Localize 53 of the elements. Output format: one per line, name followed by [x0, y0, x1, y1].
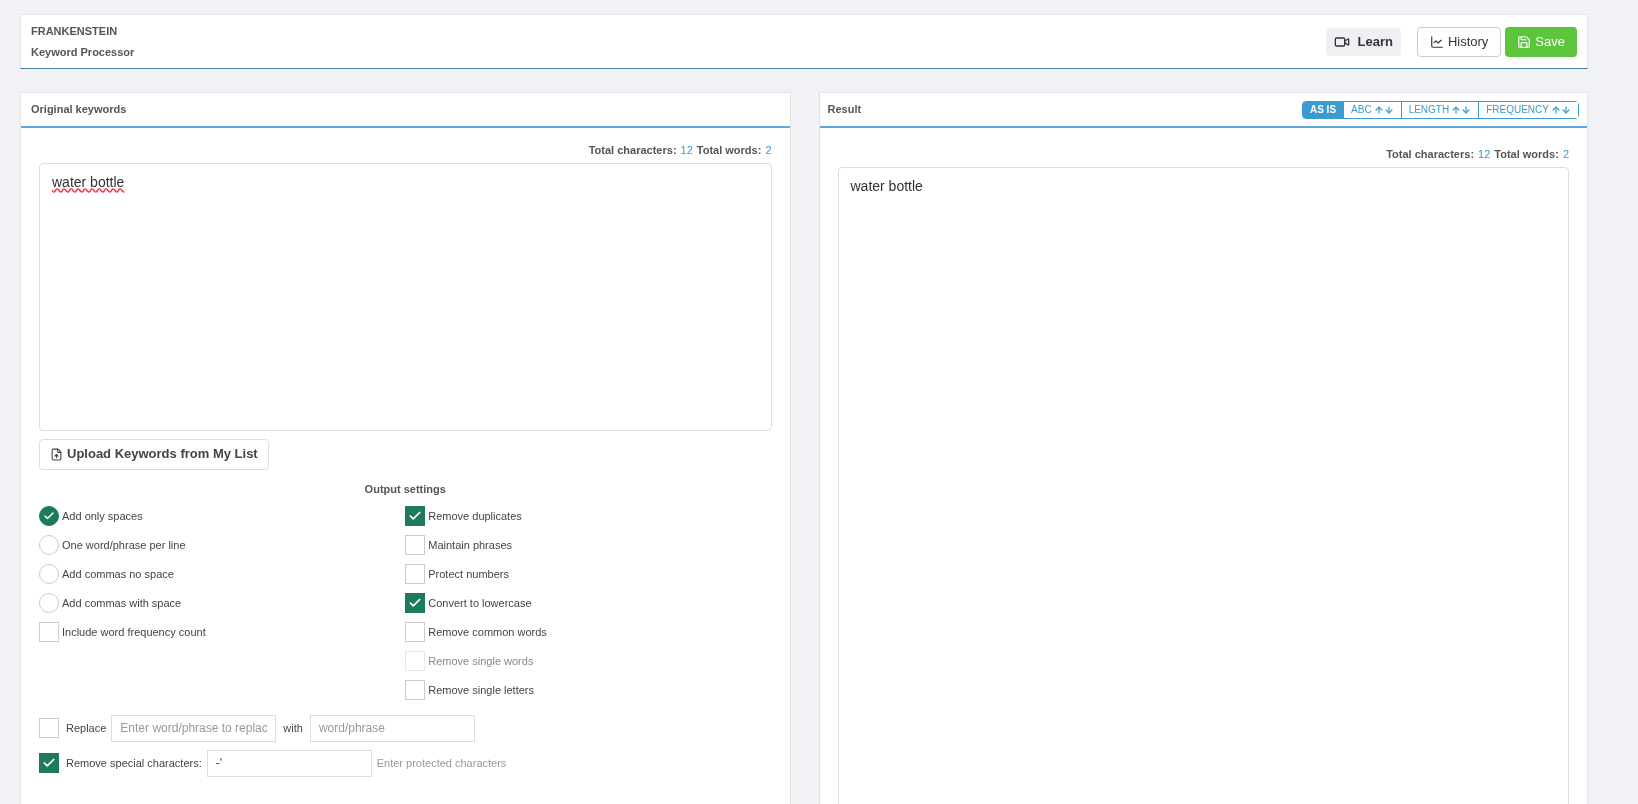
option-label: Include word frequency count — [62, 624, 206, 640]
option-label: Remove common words — [428, 624, 547, 640]
panel-title: Original keywords — [31, 102, 127, 118]
option-label: Convert to lowercase — [428, 595, 532, 611]
learn-button[interactable]: Learn — [1325, 27, 1401, 56]
stat-value: 2 — [765, 143, 772, 158]
option-label: Add commas with space — [62, 595, 182, 611]
option-label: One word/phrase per line — [62, 537, 186, 553]
option-label: Add commas no space — [62, 566, 174, 582]
result-textarea[interactable]: water bottle — [837, 166, 1569, 804]
stat-label: Total characters: — [588, 143, 677, 158]
replace-label: Replace — [66, 720, 107, 736]
checkbox[interactable] — [405, 593, 426, 613]
replacement-input[interactable]: word/phrase — [309, 714, 475, 742]
check-icon — [408, 596, 423, 610]
option-label: Remove single letters — [428, 682, 535, 698]
line-chart-icon — [1429, 34, 1444, 49]
with-label: with — [283, 720, 303, 736]
check-icon — [408, 509, 423, 523]
upload-button[interactable]: Upload Keywords from My List — [39, 438, 269, 470]
panel-title: Result — [827, 102, 862, 118]
check-icon — [43, 510, 55, 522]
checkbox[interactable] — [39, 753, 59, 773]
option-label: Remove single words — [428, 653, 534, 669]
stat-label: Total words: — [696, 143, 762, 158]
radio-button[interactable] — [39, 506, 59, 526]
sort-arrows-icon — [1373, 104, 1394, 115]
option-label: Protect numbers — [428, 566, 509, 582]
save-icon — [1517, 34, 1532, 49]
file-upload-icon — [50, 447, 63, 461]
result-text: water bottle — [850, 177, 923, 194]
special-characters-label: Remove special characters: — [66, 755, 202, 771]
option-label: Add only spaces — [62, 508, 143, 524]
sort-arrows-icon — [1551, 104, 1571, 115]
app-title: FRANKENSTEIN — [31, 24, 119, 39]
keywords-textarea[interactable]: water bottle — [39, 162, 772, 431]
settings-title: Output settings — [364, 482, 446, 495]
option-label: Maintain phrases — [428, 537, 513, 553]
option-label: Remove duplicates — [428, 508, 522, 524]
stat-label: Total words: — [1494, 147, 1559, 162]
check-icon — [42, 756, 56, 770]
replace-input[interactable]: Enter word/phrase to replac — [111, 714, 277, 742]
checkbox[interactable] — [405, 506, 426, 526]
stat-value: 12 — [1478, 147, 1491, 162]
protected-characters-hint: Enter protected characters — [376, 755, 507, 771]
stat-value: 12 — [680, 143, 693, 158]
stat-label: Total characters: — [1386, 147, 1475, 162]
sort-arrows-icon — [1451, 104, 1472, 115]
keywords-text: water bottle — [52, 173, 125, 190]
app-subtitle: Keyword Processor — [31, 44, 135, 60]
protected-characters-input[interactable]: -' — [206, 749, 372, 777]
history-button[interactable]: History — [1416, 26, 1502, 57]
stat-value: 2 — [1562, 147, 1569, 162]
